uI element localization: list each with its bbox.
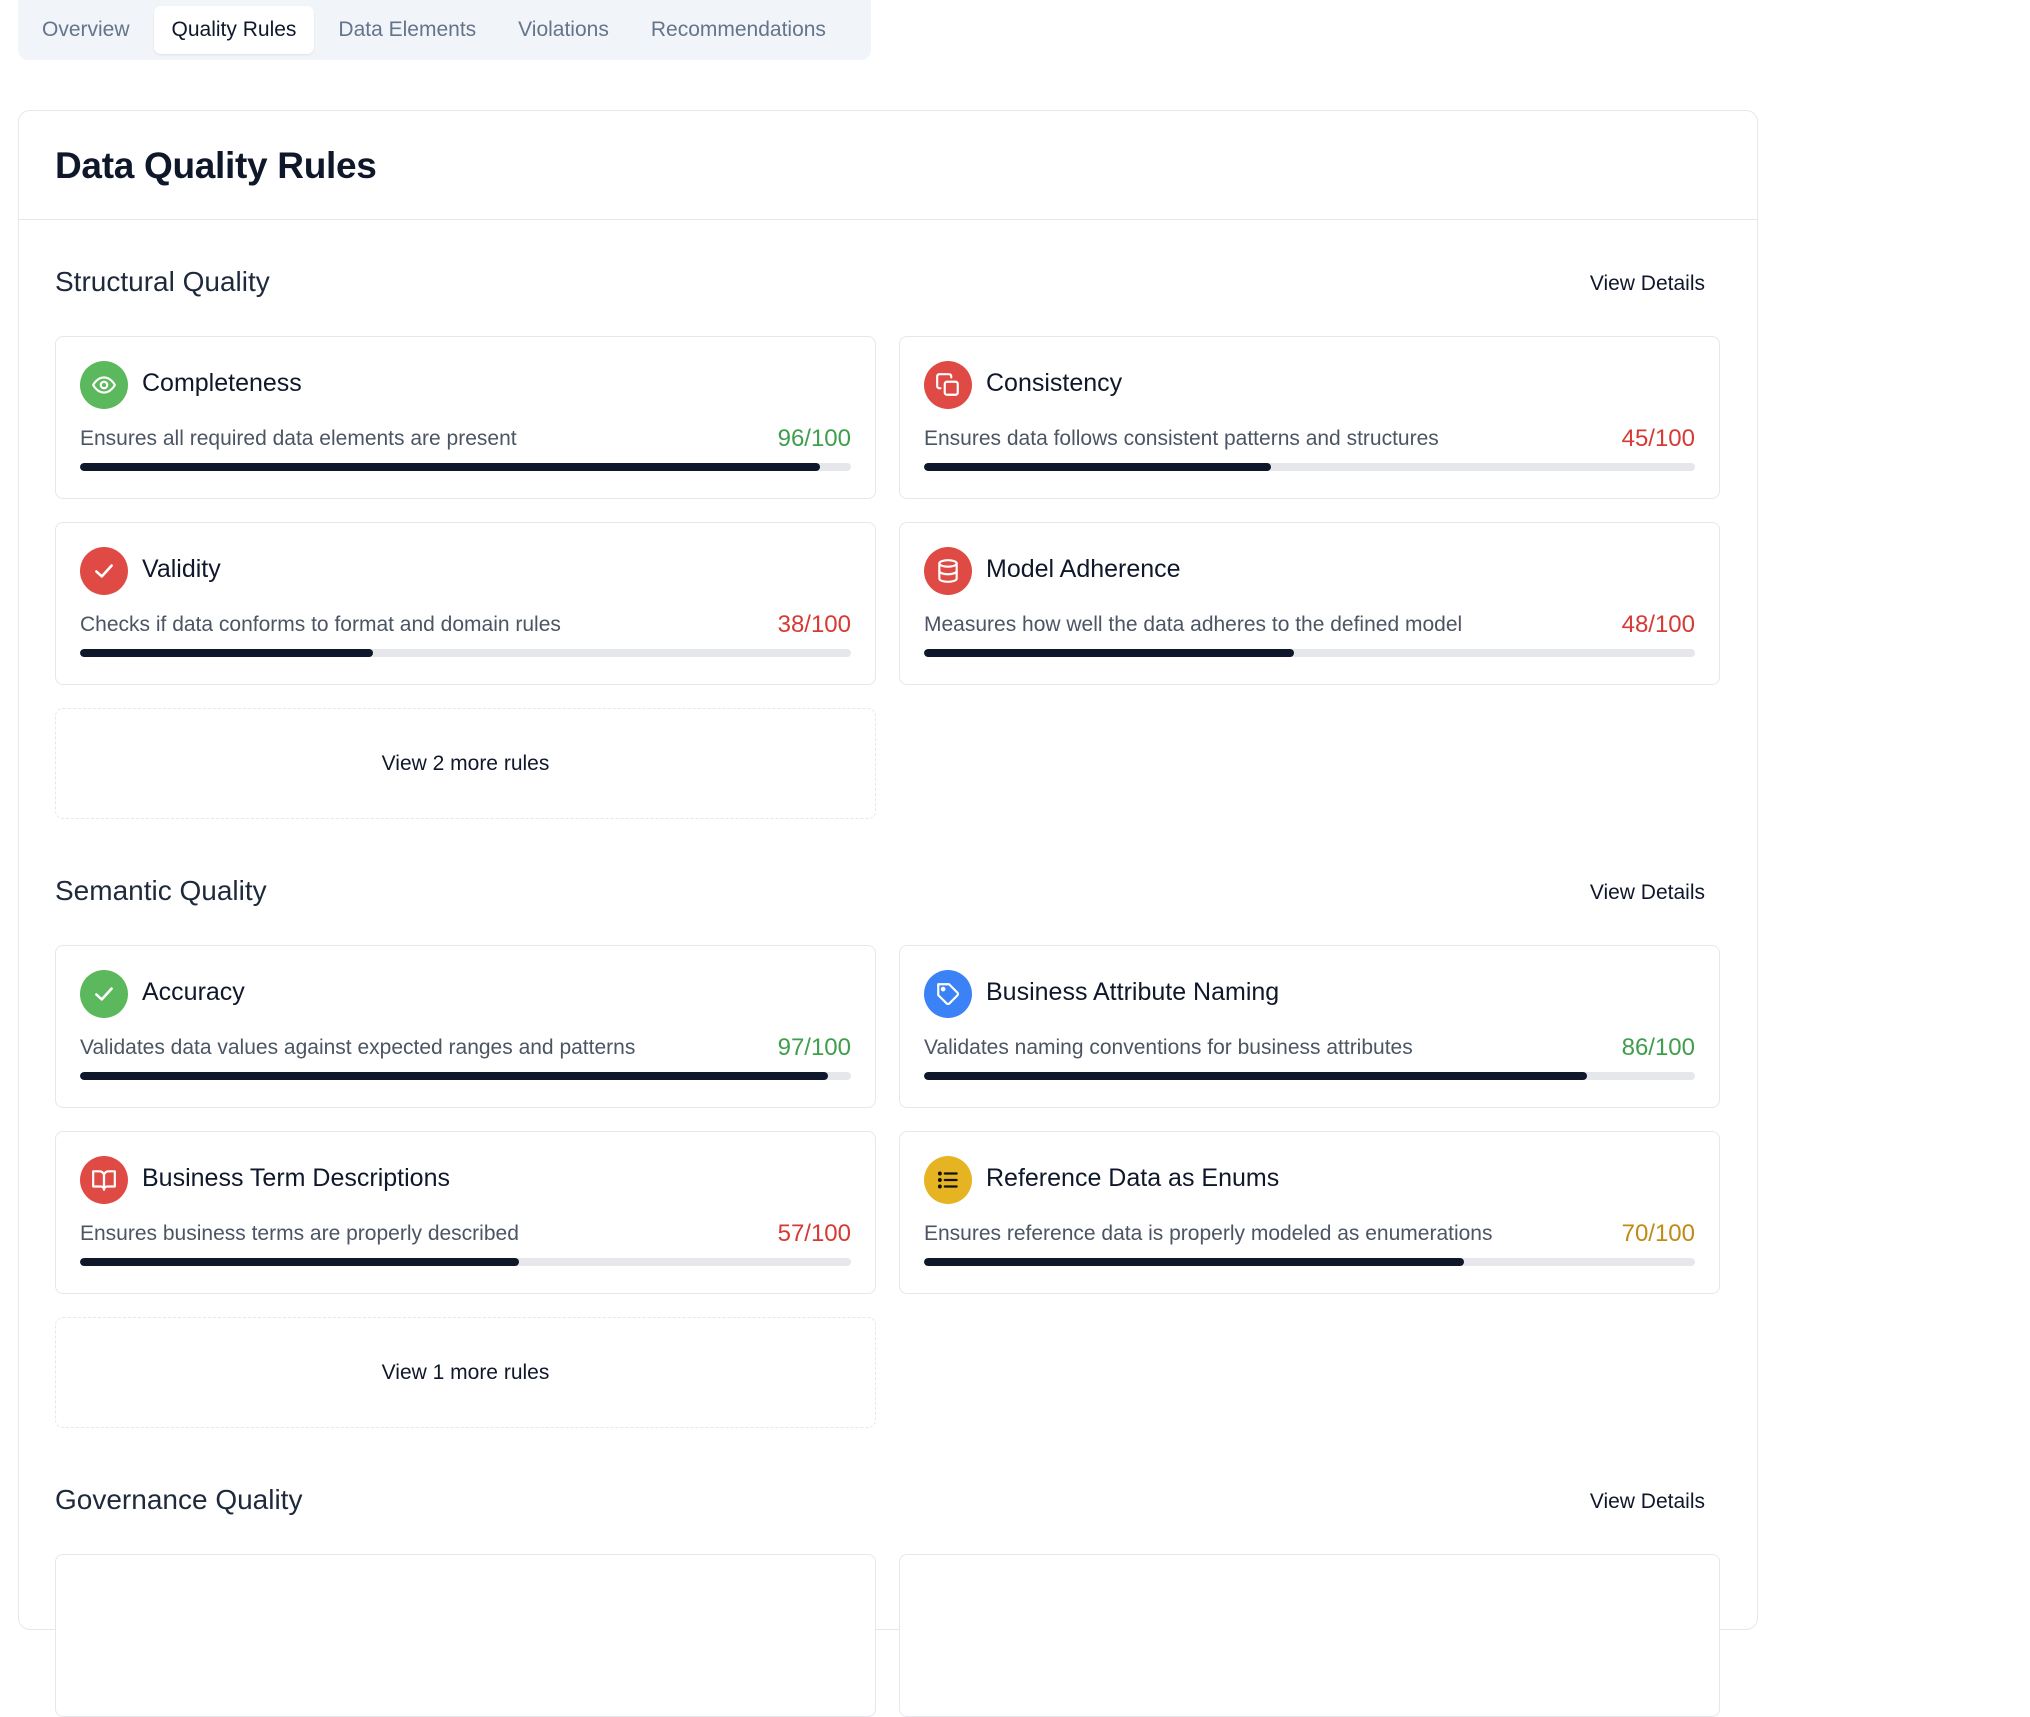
rule-card-completeness[interactable]: Completeness Ensures all required data e…: [55, 336, 876, 499]
section-title-semantic: Semantic Quality: [55, 875, 267, 906]
rule-score: 38/100: [777, 611, 851, 638]
rule-name: Validity: [142, 555, 221, 583]
list-icon: [924, 1156, 972, 1204]
rule-name: Consistency: [986, 369, 1123, 397]
rule-card-business-attribute-naming[interactable]: Business Attribute Naming Validates nami…: [899, 945, 1720, 1108]
rule-description: Checks if data conforms to format and do…: [80, 613, 561, 636]
view-details-governance[interactable]: View Details: [1590, 1490, 1705, 1514]
database-icon: [924, 547, 972, 595]
rule-card-business-term-descriptions[interactable]: Business Term Descriptions Ensures busin…: [55, 1131, 876, 1294]
score-progress-bar: [924, 1258, 1695, 1266]
score-progress-bar: [80, 1258, 851, 1266]
rule-score: 45/100: [1621, 425, 1695, 452]
tab-violations[interactable]: Violations: [500, 6, 627, 54]
score-progress-fill: [80, 1072, 828, 1080]
rule-card-governance-2[interactable]: [899, 1554, 1720, 1717]
rule-name: Business Term Descriptions: [142, 1164, 450, 1192]
score-progress-bar: [80, 1072, 851, 1080]
score-progress-fill: [80, 1258, 520, 1266]
rule-description: Ensures data follows consistent patterns…: [924, 427, 1439, 450]
rule-description: Validates data values against expected r…: [80, 1036, 636, 1059]
book-icon: [80, 1156, 128, 1204]
score-progress-fill: [924, 1072, 1588, 1080]
rule-name: Accuracy: [142, 978, 245, 1006]
page-title: Data Quality Rules: [55, 145, 377, 186]
score-progress-bar: [924, 649, 1695, 657]
rule-description: Ensures all required data elements are p…: [80, 427, 517, 450]
score-progress-fill: [80, 649, 373, 657]
rule-card-reference-data-as-enums[interactable]: Reference Data as Enums Ensures referenc…: [899, 1131, 1720, 1294]
tab-quality-rules[interactable]: Quality Rules: [153, 6, 315, 54]
check-icon: [80, 547, 128, 595]
rule-card-governance-1[interactable]: [55, 1554, 876, 1717]
rule-score: 86/100: [1621, 1034, 1695, 1061]
rule-score: 96/100: [777, 425, 851, 452]
card-header: Data Quality Rules: [19, 111, 1757, 220]
section-title-structural: Structural Quality: [55, 266, 270, 297]
rule-score: 48/100: [1621, 611, 1695, 638]
score-progress-bar: [924, 1072, 1695, 1080]
eye-icon: [80, 361, 128, 409]
score-progress-bar: [80, 463, 851, 471]
quality-rules-card: Data Quality Rules Structural Quality Vi…: [18, 110, 1758, 1717]
rule-card-model-adherence[interactable]: Model Adherence Measures how well the da…: [899, 522, 1720, 685]
rule-description: Ensures reference data is properly model…: [924, 1222, 1493, 1245]
tag-icon: [924, 970, 972, 1018]
rule-card-validity[interactable]: Validity Checks if data conforms to form…: [55, 522, 876, 685]
score-progress-fill: [924, 649, 1295, 657]
view-details-semantic[interactable]: View Details: [1590, 881, 1705, 905]
tab-bar: Overview Quality Rules Data Elements Vio…: [18, 0, 871, 60]
score-progress-fill: [924, 463, 1271, 471]
tab-data-elements[interactable]: Data Elements: [320, 6, 494, 54]
copy-icon: [924, 361, 972, 409]
section-title-governance: Governance Quality: [55, 1484, 303, 1515]
rule-description: Ensures business terms are properly desc…: [80, 1222, 519, 1245]
rule-name: Business Attribute Naming: [986, 978, 1280, 1006]
rule-score: 57/100: [777, 1220, 851, 1247]
rule-description: Validates naming conventions for busines…: [924, 1036, 1413, 1059]
view-more-rules-button[interactable]: View 2 more rules: [55, 708, 876, 819]
rule-card-consistency[interactable]: Consistency Ensures data follows consist…: [899, 336, 1720, 499]
rule-score: 97/100: [777, 1034, 851, 1061]
check-icon: [80, 970, 128, 1018]
rule-name: Completeness: [142, 369, 302, 397]
rule-name: Reference Data as Enums: [986, 1164, 1280, 1192]
score-progress-bar: [80, 649, 851, 657]
tab-overview[interactable]: Overview: [24, 6, 148, 54]
score-progress-bar: [924, 463, 1695, 471]
score-progress-fill: [924, 1258, 1464, 1266]
score-progress-fill: [80, 463, 821, 471]
view-more-rules-button[interactable]: View 1 more rules: [55, 1317, 876, 1428]
view-details-structural[interactable]: View Details: [1590, 272, 1705, 296]
rule-score: 70/100: [1621, 1220, 1695, 1247]
rule-card-accuracy[interactable]: Accuracy Validates data values against e…: [55, 945, 876, 1108]
rule-description: Measures how well the data adheres to th…: [924, 613, 1463, 636]
tab-recommendations[interactable]: Recommendations: [633, 6, 844, 54]
rule-name: Model Adherence: [986, 555, 1181, 583]
